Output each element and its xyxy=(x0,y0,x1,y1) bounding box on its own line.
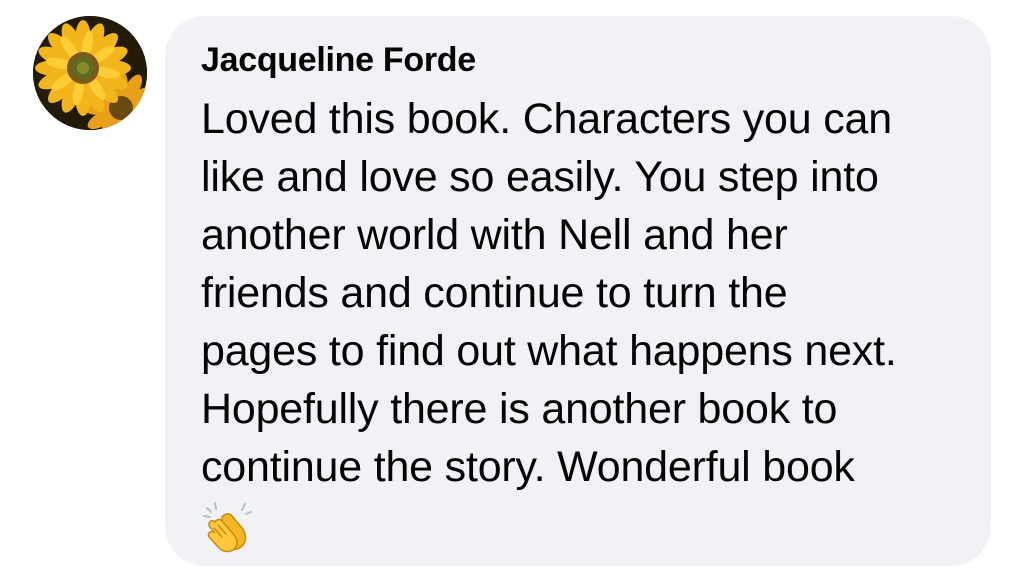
comment-author-name[interactable]: Jacqueline Forde xyxy=(201,40,955,80)
comment-row: Jacqueline Forde Loved this book. Charac… xyxy=(0,0,1024,578)
avatar[interactable] xyxy=(33,16,147,130)
clapping-hands-icon xyxy=(203,502,252,553)
comment-bubble: Jacqueline Forde Loved this book. Charac… xyxy=(165,16,991,566)
sunflower-icon xyxy=(33,16,147,130)
comment-text: Loved this book. Characters you can like… xyxy=(201,95,897,491)
